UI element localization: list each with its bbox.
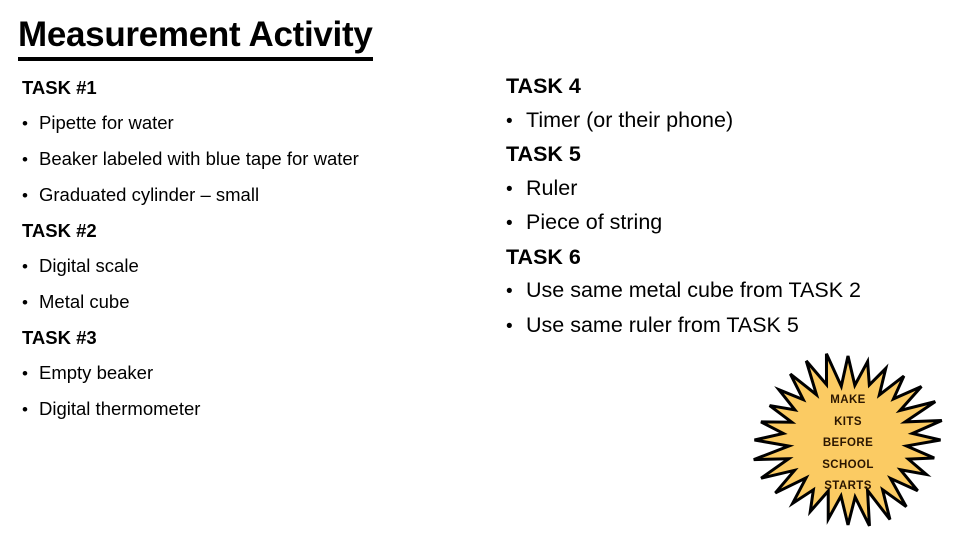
bullet-icon: • [506, 178, 513, 200]
task-heading: TASK #2 [22, 220, 97, 241]
list-item-label: Metal cube [39, 291, 130, 312]
list-item-label: Ruler [526, 175, 578, 200]
list-item-label: Digital thermometer [39, 398, 201, 419]
list-item-label: Use same metal cube from TASK 2 [526, 278, 861, 302]
bullet-icon: • [22, 150, 28, 169]
right-column: TASK 4 • Timer (or their phone) TASK 5 •… [506, 70, 946, 343]
list-item: • Empty beaker [22, 355, 492, 391]
list-item-label: Digital scale [39, 255, 139, 276]
bullet-icon: • [22, 400, 28, 419]
list-item-label: Timer (or their phone) [526, 107, 734, 132]
list-item: • Beaker labeled with blue tape for wate… [22, 141, 492, 177]
left-column: TASK #1 • Pipette for water • Beaker lab… [22, 70, 492, 427]
list-item-label: Empty beaker [39, 362, 154, 383]
list-item: • Piece of string [506, 206, 946, 241]
starburst-line: MAKE [830, 394, 866, 406]
bullet-icon: • [22, 114, 28, 133]
list-item: • Digital thermometer [22, 391, 492, 427]
list-item: • Use same metal cube from TASK 2 [506, 274, 946, 309]
list-item: • Timer (or their phone) [506, 104, 946, 139]
task-heading: TASK 4 [506, 74, 581, 98]
list-item-label: Pipette for water [39, 112, 174, 133]
title-container: Measurement Activity [18, 16, 538, 61]
starburst-callout: MAKE KITS BEFORE SCHOOL STARTS [752, 352, 944, 528]
list-item: • Use same ruler from TASK 5 [506, 309, 946, 344]
starburst-line: STARTS [824, 480, 872, 492]
list-item: • Ruler [506, 172, 946, 207]
task-heading: TASK 6 [506, 244, 581, 269]
list-item: • Digital scale [22, 248, 492, 284]
bullet-icon: • [506, 110, 513, 132]
list-item-label: Piece of string [526, 210, 663, 234]
task-heading: TASK #3 [22, 327, 97, 348]
bullet-icon: • [506, 213, 513, 234]
list-item-label: Use same ruler from TASK 5 [526, 312, 799, 337]
bullet-icon: • [22, 257, 28, 276]
list-item-label: Beaker labeled with blue tape for water [39, 148, 359, 169]
bullet-icon: • [22, 186, 28, 205]
bullet-icon: • [22, 364, 28, 383]
list-item: • Metal cube [22, 284, 492, 320]
starburst-line: BEFORE [822, 437, 874, 449]
bullet-icon: • [22, 293, 28, 312]
starburst-line: SCHOOL [822, 458, 874, 471]
bullet-icon: • [506, 315, 513, 337]
bullet-icon: • [506, 281, 513, 302]
list-item: • Graduated cylinder – small [22, 177, 492, 213]
page-title: Measurement Activity [18, 16, 373, 61]
slide-canvas: Measurement Activity TASK #1 • Pipette f… [0, 0, 960, 540]
list-item-label: Graduated cylinder – small [39, 184, 260, 205]
starburst-text: MAKE KITS BEFORE SCHOOL STARTS [752, 390, 944, 498]
task-heading: TASK #1 [22, 77, 97, 98]
starburst-line: KITS [834, 415, 862, 428]
list-item: • Pipette for water [22, 105, 492, 141]
task-heading: TASK 5 [506, 142, 581, 166]
